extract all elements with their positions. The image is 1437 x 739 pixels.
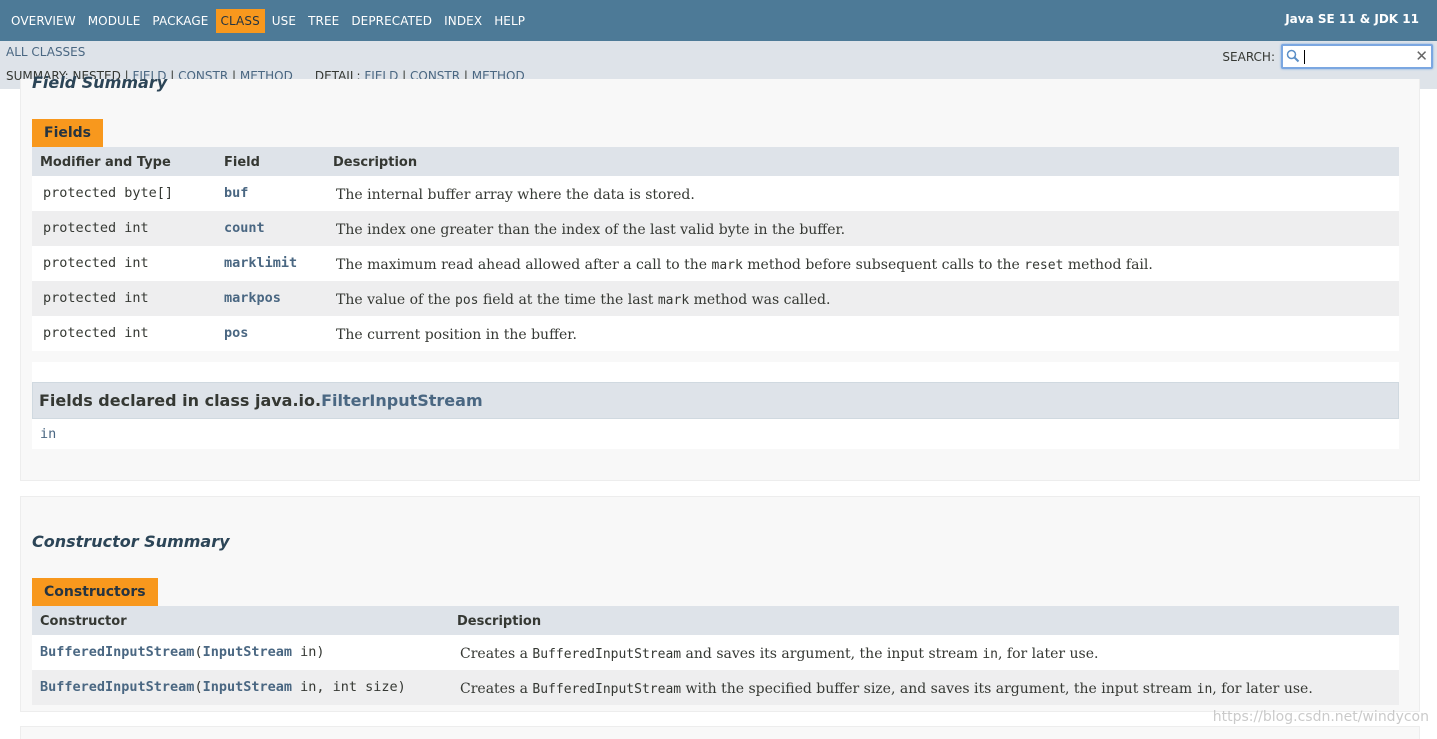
field-description: The index one greater than the index of … — [336, 222, 846, 238]
code-term: mark — [711, 258, 743, 273]
nav-use[interactable]: USE — [267, 9, 301, 33]
top-nav-list: OVERVIEW MODULE PACKAGE CLASS USE TREE D… — [0, 0, 532, 41]
field-summary-section: Field Summary Fields Modifier and Type F… — [20, 73, 1420, 481]
paren: ( — [194, 679, 203, 695]
inherited-fields-header: Fields declared in class java.io.FilterI… — [32, 382, 1399, 419]
params: in) — [291, 644, 325, 660]
field-type: protected int — [43, 290, 149, 306]
field-description: The value of the pos field at the time t… — [336, 292, 831, 308]
code-term: mark — [657, 293, 690, 308]
next-section — [20, 726, 1420, 739]
field-type: protected byte[] — [43, 185, 174, 201]
code-term: in — [1196, 682, 1213, 697]
params: in, int size) — [291, 679, 406, 695]
fields-table: Modifier and Type Field Description prot… — [32, 147, 1399, 351]
nav-deprecated[interactable]: DEPRECATED — [346, 9, 437, 33]
table-row: protected int count The index one greater … — [32, 211, 1399, 246]
constructor-signature: BufferedInputStream(InputStream in, int … — [40, 679, 406, 695]
table-row: protected int markpos The value of the pos… — [32, 281, 1399, 316]
paren: ( — [194, 644, 203, 660]
watermark-text: https://blog.csdn.net/windycon — [1212, 709, 1429, 725]
field-link-buf[interactable]: buf — [224, 185, 248, 201]
inputstream-link[interactable]: InputStream — [203, 644, 292, 660]
table-row: BufferedInputStream(InputStream in, int … — [32, 670, 1399, 705]
table-header: Modifier and Type Field Description — [32, 147, 1399, 176]
header-constructor: Constructor — [40, 614, 127, 629]
field-description: The current position in the buffer. — [336, 327, 577, 343]
table-header: Constructor Description — [32, 606, 1399, 635]
constructor-link[interactable]: BufferedInputStream — [40, 644, 194, 660]
header-description: Description — [333, 155, 418, 170]
field-type: protected int — [43, 325, 149, 341]
tab-constructors: Constructors — [32, 578, 158, 606]
field-description: The internal buffer array where the data… — [336, 187, 695, 203]
search-label: SEARCH: — [1222, 49, 1275, 64]
filterinputstream-link[interactable]: FilterInputStream — [321, 391, 483, 410]
search-input[interactable]: ✕ — [1281, 44, 1433, 69]
clear-search-icon[interactable]: ✕ — [1415, 47, 1428, 65]
inputstream-link[interactable]: InputStream — [203, 679, 292, 695]
field-link-count[interactable]: count — [224, 220, 265, 236]
header-field: Field — [224, 155, 260, 170]
tab-fields: Fields — [32, 119, 104, 147]
nav-package[interactable]: PACKAGE — [147, 9, 213, 33]
header-modifier-type: Modifier and Type — [40, 155, 171, 170]
field-link-marklimit[interactable]: marklimit — [224, 255, 297, 271]
code-term: in — [982, 647, 998, 662]
code-term: reset — [1024, 258, 1064, 273]
field-description: The maximum read ahead allowed after a c… — [336, 257, 1153, 273]
constructor-description: Creates a BufferedInputStream and saves … — [460, 646, 1099, 662]
field-type: protected int — [43, 255, 149, 271]
field-link-markpos[interactable]: markpos — [224, 290, 281, 306]
inherited-field-in-link[interactable]: in — [32, 419, 1399, 449]
table-row: protected int marklimit The maximum read a… — [32, 246, 1399, 281]
nav-index[interactable]: INDEX — [439, 9, 487, 33]
constructor-description: Creates a BufferedInputStream with the s… — [460, 681, 1313, 697]
nav-class-active: CLASS — [215, 8, 265, 33]
section-title-field-summary: Field Summary — [32, 73, 168, 92]
main-content: Field Summary Fields Modifier and Type F… — [0, 73, 1437, 739]
field-type: protected int — [43, 220, 149, 236]
field-link-pos[interactable]: pos — [224, 325, 248, 341]
search-icon — [1286, 49, 1300, 63]
table-row: protected int pos The current position in … — [32, 316, 1399, 351]
header-description: Description — [457, 614, 542, 629]
constructor-summary-section: Constructor Summary Constructors Constru… — [20, 496, 1420, 712]
nav-tree[interactable]: TREE — [303, 9, 344, 33]
top-navbar: OVERVIEW MODULE PACKAGE CLASS USE TREE D… — [0, 0, 1437, 41]
about-language: Java SE 11 & JDK 11 — [1285, 12, 1419, 26]
code-term: BufferedInputStream — [532, 647, 682, 662]
nav-help[interactable]: HELP — [489, 9, 530, 33]
constructor-link[interactable]: BufferedInputStream — [40, 679, 194, 695]
all-classes-link[interactable]: ALL CLASSES — [6, 45, 85, 59]
table-row: BufferedInputStream(InputStream in) Creat… — [32, 635, 1399, 670]
table-row: protected byte[] buf The internal buffer a… — [32, 176, 1399, 211]
search-area: SEARCH: ✕ — [1222, 44, 1433, 69]
section-title-constructor-summary: Constructor Summary — [32, 532, 230, 551]
nav-overview[interactable]: OVERVIEW — [6, 9, 81, 33]
code-term: BufferedInputStream — [532, 682, 682, 697]
constructors-table: Constructor Description BufferedInputStr… — [32, 606, 1399, 705]
text-cursor — [1304, 50, 1305, 64]
inherited-fields: Fields declared in class java.io.FilterI… — [32, 362, 1399, 449]
constructor-signature: BufferedInputStream(InputStream in) — [40, 644, 325, 660]
inherited-prefix: Fields declared in class java.io. — [39, 391, 322, 410]
nav-module[interactable]: MODULE — [83, 9, 146, 33]
code-term: pos — [455, 293, 479, 308]
